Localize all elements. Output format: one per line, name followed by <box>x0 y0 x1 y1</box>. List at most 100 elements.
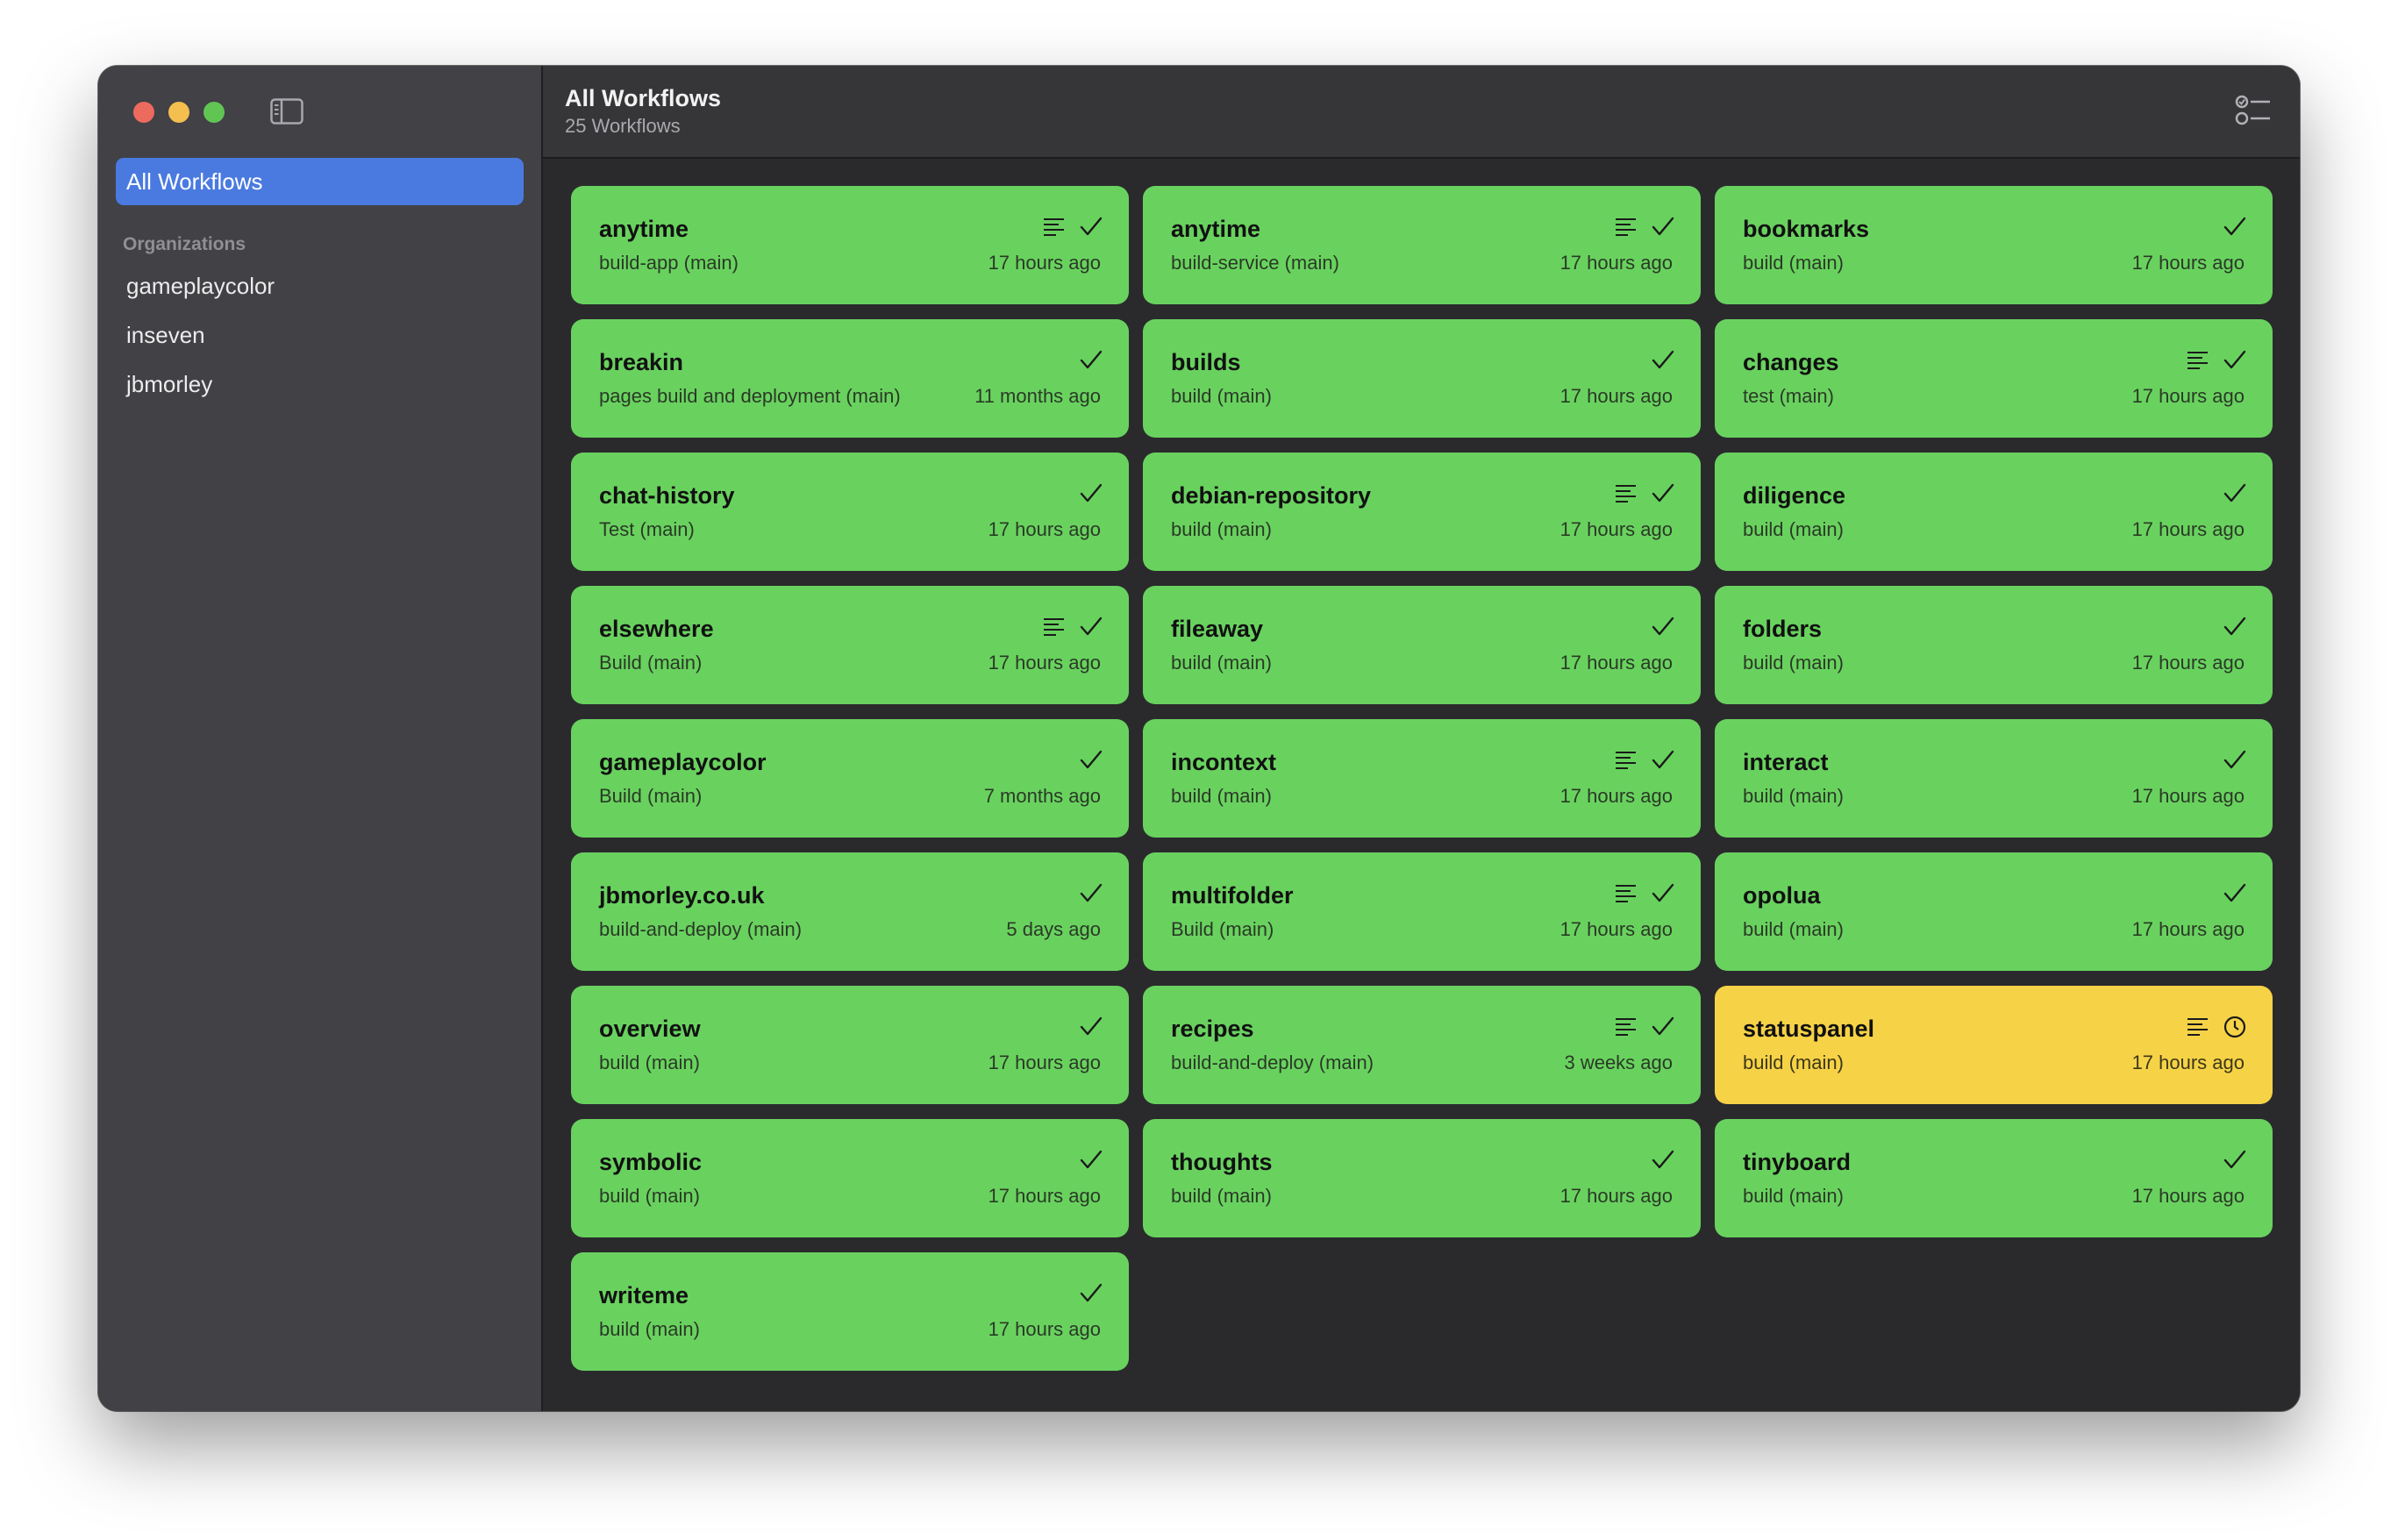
workflow-name: build (main) <box>1171 518 1272 540</box>
workflow-repo-name: jbmorley.co.uk <box>599 882 765 909</box>
workflow-card[interactable]: bookmarks build (main) 17 hours ago <box>1715 186 2273 304</box>
workflow-time: 17 hours ago <box>1559 652 1673 674</box>
workflow-name: pages build and deployment (main) <box>599 385 901 407</box>
workflow-card[interactable]: elsewhere Build (main) 17 hours ago <box>571 586 1129 704</box>
checkmark-icon <box>1652 483 1674 503</box>
log-lines-icon[interactable] <box>1615 483 1638 504</box>
workflow-status-icons <box>1080 882 1103 905</box>
workflow-name: test (main) <box>1743 385 1834 407</box>
workflow-card[interactable]: folders build (main) 17 hours ago <box>1715 586 2273 704</box>
workflow-name: build (main) <box>1743 1052 1844 1073</box>
workflow-name: build (main) <box>1171 785 1272 807</box>
workflow-time: 17 hours ago <box>1559 385 1673 407</box>
workflow-repo-name: folders <box>1743 616 1823 642</box>
workflow-time: 17 hours ago <box>2131 918 2245 940</box>
workflow-status-icons <box>1080 749 1103 772</box>
workflow-name: build (main) <box>599 1052 700 1073</box>
workflow-status-icons <box>1615 482 1674 505</box>
organizations-section-label: Organizations <box>123 234 246 254</box>
workflow-card[interactable]: chat-history Test (main) 17 hours ago <box>571 453 1129 571</box>
workflow-repo-name: breakin <box>599 349 684 375</box>
workflow-card[interactable]: opolua build (main) 17 hours ago <box>1715 852 2273 971</box>
workflow-card[interactable]: thoughts build (main) 17 hours ago <box>1143 1119 1701 1237</box>
workflow-repo-name: recipes <box>1171 1016 1254 1042</box>
workflow-status-icons <box>1652 616 1674 638</box>
workflow-time: 17 hours ago <box>2131 252 2245 274</box>
workflow-repo-name: builds <box>1171 349 1241 375</box>
log-lines-icon[interactable] <box>1615 883 1638 904</box>
workflow-repo-name: symbolic <box>599 1149 703 1175</box>
checkmark-icon <box>2223 883 2246 902</box>
checkmark-icon <box>1080 1150 1103 1169</box>
workflow-card[interactable]: recipes build-and-deploy (main) 3 weeks ag… <box>1143 986 1701 1104</box>
workflow-card[interactable]: anytime build-app (main) 17 hours ago <box>571 186 1129 304</box>
close-window-button[interactable] <box>133 102 154 123</box>
sidebar-toggle-icon[interactable] <box>270 98 303 125</box>
workflow-grid: anytime build-app (main) 17 hours ago anyti… <box>571 186 2273 1371</box>
workflow-name: build (main) <box>1743 1185 1844 1207</box>
workflow-repo-name: fileaway <box>1171 616 1264 642</box>
workflow-repo-name: gameplaycolor <box>599 749 767 775</box>
workflow-repo-name: opolua <box>1743 882 1821 909</box>
workflow-time: 17 hours ago <box>2131 1052 2245 1073</box>
workflow-card[interactable]: jbmorley.co.uk build-and-deploy (main) 5 d… <box>571 852 1129 971</box>
workflow-name: build (main) <box>1743 652 1844 674</box>
sidebar-item-org[interactable]: inseven <box>126 322 205 349</box>
checkmark-icon <box>2223 1150 2246 1169</box>
sidebar-item-org[interactable]: jbmorley <box>126 371 212 398</box>
log-lines-icon[interactable] <box>1615 217 1638 238</box>
log-lines-icon[interactable] <box>2187 1016 2209 1037</box>
log-lines-icon[interactable] <box>2187 350 2209 371</box>
workflow-repo-name: thoughts <box>1171 1149 1273 1175</box>
workflow-card[interactable]: overview build (main) 17 hours ago <box>571 986 1129 1104</box>
workflow-status-icons <box>1615 882 1674 905</box>
workflow-card[interactable]: fileaway build (main) 17 hours ago <box>1143 586 1701 704</box>
filter-list-icon[interactable] <box>2235 93 2272 128</box>
page-title: All Workflows <box>565 85 722 111</box>
sidebar-item-org[interactable]: gameplaycolor <box>126 273 275 300</box>
workflow-card[interactable]: debian-repository build (main) 17 hours ag… <box>1143 453 1701 571</box>
workflow-time: 17 hours ago <box>988 1052 1101 1073</box>
workflow-card[interactable]: multifolder Build (main) 17 hours ago <box>1143 852 1701 971</box>
workflow-repo-name: elsewhere <box>599 616 714 642</box>
app-window: All Workflows Organizations gameplaycolo… <box>98 66 2300 1411</box>
workflow-name: Build (main) <box>1171 918 1274 940</box>
workflow-card[interactable]: breakin pages build and deployment (main)… <box>571 319 1129 438</box>
log-lines-icon[interactable] <box>1043 217 1066 238</box>
workflow-card[interactable]: incontext build (main) 17 hours ago <box>1143 719 1701 838</box>
workflow-repo-name: diligence <box>1743 482 1846 509</box>
log-lines-icon[interactable] <box>1615 750 1638 771</box>
zoom-window-button[interactable] <box>203 102 225 123</box>
workflow-time: 17 hours ago <box>988 652 1101 674</box>
workflow-name: Build (main) <box>599 785 703 807</box>
workflow-time: 17 hours ago <box>1559 252 1673 274</box>
workflow-name: build (main) <box>1743 785 1844 807</box>
workflow-repo-name: overview <box>599 1016 701 1042</box>
workflow-time: 17 hours ago <box>1559 785 1673 807</box>
workflow-card[interactable]: changes test (main) 17 hours ago <box>1715 319 2273 438</box>
log-lines-icon[interactable] <box>1043 617 1066 638</box>
workflow-card[interactable]: anytime build-service (main) 17 hours ago <box>1143 186 1701 304</box>
minimize-window-button[interactable] <box>168 102 189 123</box>
log-lines-icon[interactable] <box>1615 1016 1638 1037</box>
workflow-repo-name: anytime <box>599 216 689 242</box>
workflow-card[interactable]: gameplaycolor Build (main) 7 months ago <box>571 719 1129 838</box>
sidebar-item-all-workflows[interactable]: All Workflows <box>116 158 524 205</box>
workflow-status-icons <box>1615 1016 1674 1038</box>
checkmark-icon <box>2223 217 2246 236</box>
checkmark-icon <box>1080 883 1103 902</box>
workflow-name: Test (main) <box>599 518 695 540</box>
workflow-card[interactable]: interact build (main) 17 hours ago <box>1715 719 2273 838</box>
workflow-name: build-app (main) <box>599 252 739 274</box>
workflow-repo-name: writeme <box>599 1282 689 1308</box>
workflow-card[interactable]: symbolic build (main) 17 hours ago <box>571 1119 1129 1237</box>
workflow-card[interactable]: tinyboard build (main) 17 hours ago <box>1715 1119 2273 1237</box>
workflow-status-icons <box>1652 349 1674 372</box>
workflow-card[interactable]: statuspanel build (main) 17 hours ago <box>1715 986 2273 1104</box>
workflow-card[interactable]: writeme build (main) 17 hours ago <box>571 1252 1129 1371</box>
checkmark-icon <box>1652 1016 1674 1036</box>
checkmark-icon <box>1080 1016 1103 1036</box>
workflow-time: 17 hours ago <box>2131 1185 2245 1207</box>
workflow-card[interactable]: builds build (main) 17 hours ago <box>1143 319 1701 438</box>
workflow-card[interactable]: diligence build (main) 17 hours ago <box>1715 453 2273 571</box>
